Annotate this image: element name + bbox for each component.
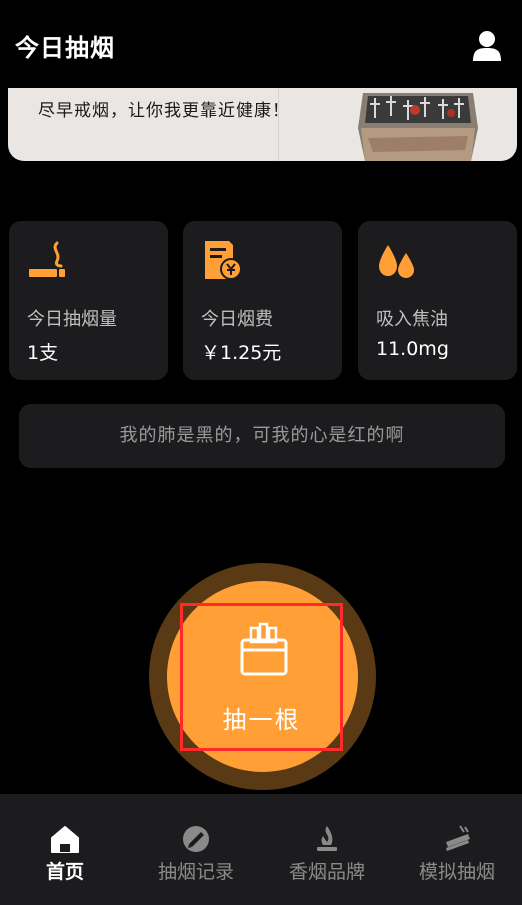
tab-label: 抽烟记录 [157, 861, 234, 883]
tab-simulate-smoking[interactable]: 模拟抽烟 [392, 794, 522, 905]
bill-icon [205, 241, 242, 280]
banner-graveyard-image [353, 88, 483, 161]
simulate-smoke-icon [446, 825, 470, 851]
tab-label: 首页 [45, 861, 84, 883]
smoke-button-label: 抽一根 [222, 706, 301, 734]
health-banner[interactable]: 尽早戒烟，让你我更靠近健康！ [8, 88, 517, 161]
quote-banner: 我的肺是黑的，可我的心是红的啊 [19, 404, 505, 468]
page-title: 今日抽烟 [15, 34, 115, 62]
bottom-tab-bar: 首页 抽烟记录 香烟品牌 模拟抽烟 [0, 794, 522, 905]
user-icon[interactable] [472, 30, 502, 62]
tab-label: 香烟品牌 [288, 861, 365, 883]
flame-icon [317, 826, 337, 851]
smoke-one-button[interactable]: 抽一根 [180, 603, 343, 751]
stat-value: 1支 [27, 342, 59, 364]
tab-home[interactable]: 首页 [0, 794, 130, 905]
stat-card-tar: 吸入焦油 11.0mg [358, 221, 517, 380]
stat-label: 今日烟费 [201, 309, 273, 330]
home-icon [51, 826, 79, 853]
banner-text: 尽早戒烟，让你我更靠近健康！ [38, 101, 290, 121]
tab-cigarette-brands[interactable]: 香烟品牌 [262, 794, 392, 905]
cigarette-pack-icon [240, 622, 288, 676]
tab-label: 模拟抽烟 [418, 861, 495, 883]
app-header: 今日抽烟 [0, 0, 522, 90]
cigarette-icon [29, 241, 65, 277]
stat-value: 11.0mg [376, 338, 449, 360]
drops-icon [379, 245, 414, 278]
stat-label: 今日抽烟量 [27, 309, 117, 330]
stat-card-cigarette-count: 今日抽烟量 1支 [9, 221, 168, 380]
stat-card-cost: 今日烟费 ￥1.25元 [183, 221, 342, 380]
banner-divider [278, 88, 279, 161]
record-icon [183, 826, 209, 852]
stat-label: 吸入焦油 [376, 309, 448, 330]
tab-smoke-records[interactable]: 抽烟记录 [131, 794, 261, 905]
stat-value: ￥1.25元 [201, 342, 282, 364]
